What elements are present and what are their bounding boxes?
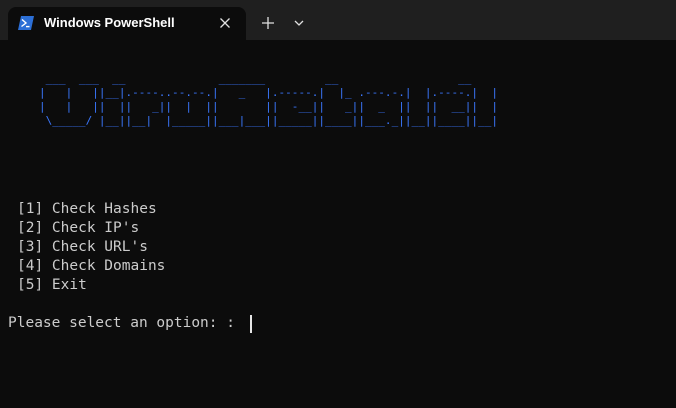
menu-option-check-domains: [4] Check Domains bbox=[17, 258, 166, 274]
menu-option-check-ips: [2] Check IP's bbox=[17, 220, 140, 236]
tab-title: Windows PowerShell bbox=[44, 15, 175, 30]
banner-line: | | || || _|| | || || -__|| _|| _ || || … bbox=[39, 100, 499, 113]
menu-option-check-urls: [3] Check URL's bbox=[17, 239, 148, 255]
text-cursor[interactable] bbox=[250, 315, 252, 333]
banner-line: ___ ___ __ _______ __ __ bbox=[39, 72, 472, 85]
banner-line: | | ||__|.----..--.--.| _ |.-----.| |_ .… bbox=[39, 86, 499, 99]
ascii-banner: ___ ___ __ _______ __ __ | | ||__|.----.… bbox=[39, 72, 498, 128]
plus-icon[interactable] bbox=[261, 16, 275, 30]
menu-option-check-hashes: [1] Check Hashes bbox=[17, 201, 157, 217]
terminal-window: Windows PowerShell ___ ___ __ _______ __… bbox=[0, 0, 676, 408]
console-output[interactable]: ___ ___ __ _______ __ __ | | ||__|.----.… bbox=[0, 40, 676, 408]
tab-windows-powershell[interactable]: Windows PowerShell bbox=[8, 7, 246, 40]
option-menu: [1] Check Hashes [2] Check IP's [3] Chec… bbox=[17, 200, 165, 295]
menu-option-exit: [5] Exit bbox=[17, 277, 87, 293]
banner-line: \_____/ |__||__| |_____||___|___||_____|… bbox=[39, 114, 499, 127]
powershell-icon bbox=[18, 16, 34, 30]
close-icon[interactable] bbox=[218, 16, 232, 30]
input-prompt: Please select an option: : bbox=[8, 315, 235, 331]
tab-bar: Windows PowerShell bbox=[0, 0, 676, 40]
chevron-down-icon[interactable] bbox=[293, 18, 305, 28]
